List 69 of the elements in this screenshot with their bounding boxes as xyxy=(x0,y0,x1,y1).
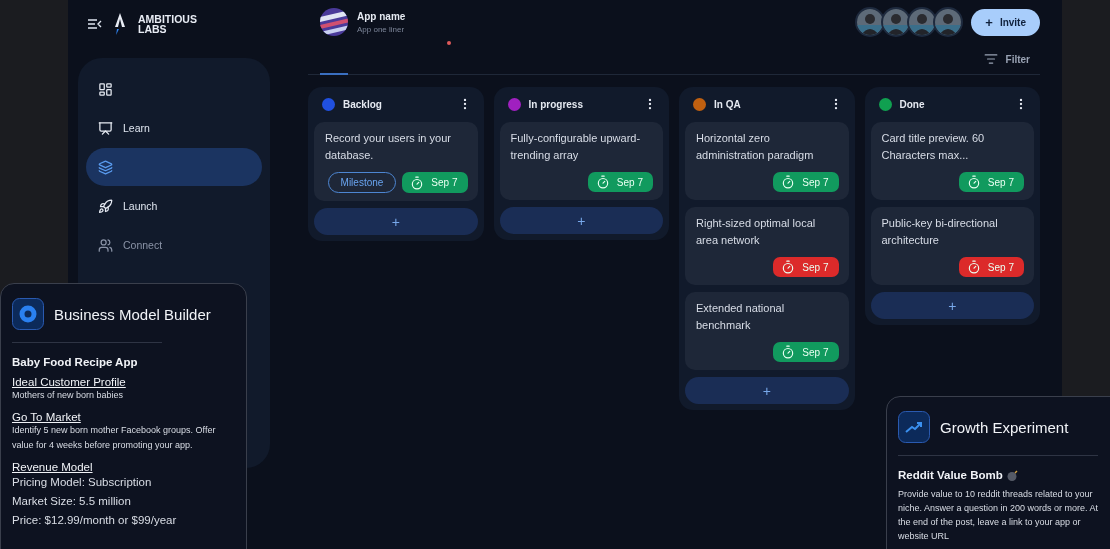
bomb-icon xyxy=(1006,469,1019,481)
date-chip: Sep 7 xyxy=(958,257,1024,277)
timer-icon xyxy=(410,175,425,190)
add-card-button[interactable]: + xyxy=(314,208,478,235)
timer-icon xyxy=(781,260,796,274)
app-tagline: App one liner xyxy=(357,24,406,34)
trend-icon xyxy=(898,411,930,443)
invite-button[interactable]: + Invite xyxy=(971,8,1040,36)
experiment-description: Provide value to 10 reddit threads related to your niche. Answer a question in 200 words or more. At the end of the post, leave a link to your app or website URL xyxy=(898,488,1100,543)
card-text: Record your users in your database. xyxy=(325,131,452,163)
app-logo-icon xyxy=(320,8,348,36)
notification-dot xyxy=(447,41,451,45)
timer-icon xyxy=(966,175,981,189)
date-chip: Sep 7 xyxy=(773,257,839,277)
timer-icon xyxy=(781,345,796,359)
date-chip: Sep 7 xyxy=(958,172,1024,192)
add-card-button[interactable]: + xyxy=(870,292,1034,319)
section-text: Price: $12.99/month or $99/year xyxy=(12,513,178,528)
date-chip: Sep 7 xyxy=(773,342,839,362)
task-card[interactable]: Card title preview. 60 Characters max... Sep 7 xyxy=(870,122,1034,200)
dashboard-icon xyxy=(98,81,113,97)
donut-icon xyxy=(12,298,44,330)
task-card[interactable]: Horizontal zero administration paradigm Sep 7 xyxy=(685,122,849,200)
sidebar-item[interactable]: Launch xyxy=(86,187,262,225)
card-text: Extended national benchmark xyxy=(696,301,786,333)
task-card[interactable]: Public-key bi-directional architecture Sep 7 xyxy=(870,207,1034,285)
card-text: Right-sized optimal local area network xyxy=(696,216,817,248)
card-text: Horizontal zero administration paradigm xyxy=(696,131,815,163)
date-chip: Sep 7 xyxy=(773,172,839,192)
timer-icon xyxy=(595,175,610,189)
card-title: Business Model Builder xyxy=(54,305,211,323)
date-chip: Sep 7 xyxy=(402,172,468,193)
section-text: Pricing Model: Subscription xyxy=(12,475,153,490)
section-text: Market Size: 5.5 million xyxy=(12,494,132,509)
project-name: Baby Food Recipe App xyxy=(12,356,139,368)
add-card-button[interactable]: + xyxy=(685,377,849,404)
card-title: Growth Experiment xyxy=(940,418,1069,436)
filter-button[interactable]: Filter xyxy=(977,51,1036,67)
sidebar-item[interactable]: Learn xyxy=(86,109,262,147)
section-heading: Ideal Customer Profile xyxy=(12,376,127,388)
task-card[interactable]: Fully-configurable upward-trending array Sep 7 xyxy=(499,122,663,200)
experiment-name: Reddit Value Bomb xyxy=(898,469,1003,481)
task-card[interactable]: Right-sized optimal local area network Sep 7 xyxy=(685,207,849,285)
layers-icon xyxy=(98,159,113,175)
card-text: Fully-configurable upward-trending array xyxy=(510,131,642,163)
column-title: Done xyxy=(899,98,926,110)
timer-icon xyxy=(781,175,796,189)
learn-icon xyxy=(98,120,113,136)
section-heading: Revenue Model xyxy=(12,461,94,473)
launch-icon xyxy=(98,198,113,214)
column-title: In progress xyxy=(528,98,584,110)
section-text: Identify 5 new born mother Facebook groups. Offer value for 4 weeks before promoting your app. xyxy=(12,424,217,452)
task-card[interactable]: Extended national benchmark Sep 7 xyxy=(685,292,849,370)
menu-icon[interactable] xyxy=(88,19,102,29)
date-chip: Sep 7 xyxy=(587,172,653,192)
filter-icon xyxy=(983,52,998,66)
column-title: In QA xyxy=(714,98,742,110)
card-text: Public-key bi-directional architecture xyxy=(881,216,999,248)
add-card-button[interactable]: + xyxy=(499,207,663,234)
section-heading: Go To Market xyxy=(12,411,82,423)
card-text: Card title preview. 60 Characters max... xyxy=(881,131,986,163)
brand-name: AMBITIOUS LABS xyxy=(138,14,198,34)
timer-icon xyxy=(966,260,981,274)
task-card[interactable]: Record your users in your database. Milestone Sep 7 xyxy=(314,122,478,201)
app-name: App name xyxy=(357,10,406,22)
section-text: Mothers of new born babies xyxy=(12,389,125,402)
column-title: Backlog xyxy=(343,98,383,110)
rocket-logo-icon xyxy=(112,13,128,35)
connect-icon xyxy=(98,237,113,253)
